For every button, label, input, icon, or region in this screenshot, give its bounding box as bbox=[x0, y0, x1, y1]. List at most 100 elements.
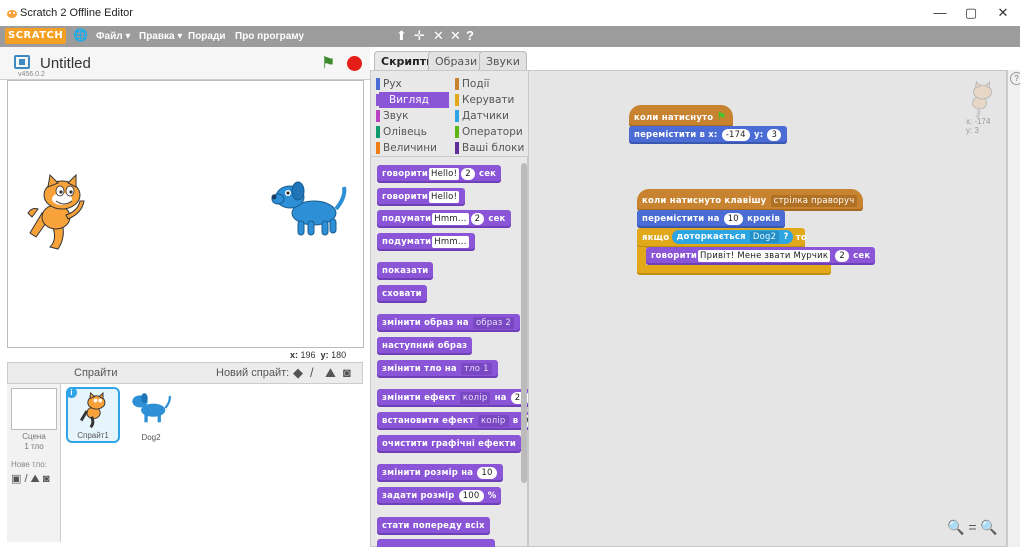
block-palette: Рух Вигляд Звук Олівець Величини Події К… bbox=[370, 70, 543, 547]
sprite-tile-cat[interactable]: i Спрайт1 bbox=[66, 387, 120, 443]
stop-icon[interactable] bbox=[347, 56, 362, 71]
window-titlebar: Scratch 2 Offline Editor — ▢ ✕ bbox=[0, 0, 1020, 26]
block-go-to-xy[interactable]: перемістити в x: -174 y: 3 bbox=[629, 126, 788, 144]
block-go-to-front[interactable]: стати попереду всіх bbox=[377, 517, 490, 535]
category-motion[interactable]: Рух bbox=[376, 76, 402, 92]
fullscreen-icon[interactable] bbox=[14, 55, 30, 69]
shrink-tool-icon[interactable]: ✕ bbox=[450, 27, 461, 45]
mouse-y-label: y: bbox=[320, 350, 329, 360]
project-title[interactable]: Untitled bbox=[40, 55, 91, 72]
window-title: Scratch 2 Offline Editor bbox=[20, 7, 133, 19]
block-when-key-pressed[interactable]: коли натиснуто клавішу стрілка праворуч bbox=[637, 189, 864, 211]
mouse-y-value: 180 bbox=[331, 350, 347, 360]
scene-backdrop-count: 1 тло bbox=[24, 442, 44, 451]
block-go-back-layers[interactable] bbox=[377, 539, 495, 547]
category-looks[interactable]: Вигляд bbox=[376, 92, 449, 108]
dog-sprite[interactable] bbox=[270, 177, 350, 241]
sprite-y-readout: y: 3 bbox=[966, 126, 979, 135]
sprite-library-icon[interactable]: ◆ bbox=[293, 365, 303, 381]
block-switch-costume[interactable]: змінити образ на образ 2 bbox=[377, 314, 521, 332]
cat-sprite[interactable] bbox=[22, 173, 92, 253]
camera-sprite-icon[interactable]: ◙ bbox=[343, 365, 351, 380]
tips-panel-edge: ? bbox=[1007, 70, 1020, 547]
globe-icon[interactable]: 🌐 bbox=[73, 28, 88, 43]
maximize-button[interactable]: ▢ bbox=[956, 3, 986, 23]
zoom-in-icon[interactable]: 🔍 bbox=[980, 519, 997, 535]
palette-scrollbar[interactable] bbox=[521, 163, 527, 483]
block-think-for-secs[interactable]: подумати Hmm... 2 сек bbox=[377, 210, 511, 228]
scratch-logo[interactable]: SCRATCH bbox=[5, 28, 67, 44]
close-button[interactable]: ✕ bbox=[988, 3, 1018, 23]
category-more-blocks[interactable]: Ваші блоки bbox=[455, 140, 524, 156]
block-set-size[interactable]: задати розмір 100 % bbox=[377, 487, 502, 505]
block-hide[interactable]: сховати bbox=[377, 285, 427, 303]
block-set-effect[interactable]: встановити ефект колір в 0 bbox=[377, 412, 543, 430]
new-backdrop-label: Нове тло: bbox=[11, 460, 47, 469]
category-control[interactable]: Керувати bbox=[455, 92, 514, 108]
zoom-out-icon[interactable]: 🔍 bbox=[947, 519, 964, 535]
new-sprite-label: Новий спрайт: bbox=[216, 367, 290, 379]
menu-edit[interactable]: Правка ▾ bbox=[139, 29, 182, 44]
menu-file[interactable]: Файл ▾ bbox=[96, 29, 130, 44]
paint-sprite-icon[interactable]: / bbox=[310, 365, 314, 380]
category-operators[interactable]: Оператори bbox=[455, 124, 523, 140]
scene-thumbnail[interactable] bbox=[11, 388, 57, 430]
mouse-x-value: 196 bbox=[300, 350, 316, 360]
category-sensing[interactable]: Датчики bbox=[455, 108, 509, 124]
delete-tool-icon[interactable]: ✛ bbox=[414, 27, 425, 45]
duplicate-tool-icon[interactable]: ⬆ bbox=[396, 27, 407, 45]
help-tool-icon[interactable]: ? bbox=[466, 27, 474, 45]
dog-thumbnail bbox=[132, 393, 171, 423]
category-sound[interactable]: Звук bbox=[376, 108, 408, 124]
sprite-name: Dog2 bbox=[141, 433, 161, 442]
sprite-coords: x: -174 y: 3 bbox=[966, 117, 990, 135]
sprite-list: i Спрайт1 Dog2 bbox=[61, 384, 363, 542]
menu-about[interactable]: Про програму bbox=[235, 29, 304, 44]
block-next-costume[interactable]: наступний образ bbox=[377, 337, 473, 355]
minimize-button[interactable]: — bbox=[925, 3, 955, 23]
category-events[interactable]: Події bbox=[455, 76, 489, 92]
category-pen[interactable]: Олівець bbox=[376, 124, 427, 140]
version-label: v456.0.2 bbox=[18, 71, 45, 78]
scene-name: Сцена bbox=[22, 432, 46, 441]
scratch-cat-icon bbox=[7, 10, 17, 18]
block-think[interactable]: подумати Hmm... bbox=[377, 233, 475, 251]
block-move-steps[interactable]: перемістити на 10 кроків bbox=[637, 210, 786, 228]
block-say[interactable]: говорити Hello! bbox=[377, 188, 466, 206]
tab-sounds[interactable]: Звуки bbox=[479, 51, 527, 71]
block-change-size[interactable]: змінити розмір на 10 bbox=[377, 464, 503, 482]
block-change-effect[interactable]: змінити ефект колір на 25 bbox=[377, 389, 537, 407]
tips-help-icon[interactable]: ? bbox=[1010, 72, 1020, 85]
sprite-x-readout: x: -174 bbox=[966, 117, 991, 126]
mouse-position-readout: x: 196 y: 180 bbox=[290, 350, 346, 360]
menu-bar: SCRATCH 🌐 Файл ▾ Правка ▾ Поради Про про… bbox=[0, 26, 1020, 47]
new-backdrop-icons[interactable]: ▣ / ⛰ ◙ bbox=[11, 472, 50, 486]
current-sprite-ghost bbox=[972, 81, 992, 120]
block-if-then[interactable]: якщо доторкається Dog2 ? то bbox=[637, 228, 807, 248]
menu-tips[interactable]: Поради bbox=[188, 29, 225, 44]
block-say-for-secs[interactable]: говорити Hello! 2 сек bbox=[377, 165, 502, 183]
block-when-flag-clicked[interactable]: коли натиснуто ⚑ bbox=[629, 105, 733, 127]
green-flag-icon: ⚑ bbox=[716, 110, 727, 123]
sprite-info-icon[interactable]: i bbox=[66, 387, 77, 398]
block-clear-effects[interactable]: очистити графічні ефекти bbox=[377, 435, 521, 453]
upload-sprite-icon[interactable]: ⛰ bbox=[325, 365, 336, 381]
tab-costumes[interactable]: Образи bbox=[428, 51, 485, 71]
scratch-editor-window: Scratch 2 Offline Editor — ▢ ✕ SCRATCH 🌐… bbox=[0, 0, 1020, 547]
block-say-for-secs-script[interactable]: говорити Привіт! Мене звати Мурчик 2 сек bbox=[646, 247, 876, 265]
zoom-controls: 🔍 = 🔍 bbox=[947, 519, 998, 536]
cat-thumbnail bbox=[79, 392, 106, 429]
mouse-x-label: x: bbox=[290, 350, 299, 360]
sprites-title: Спрайти bbox=[74, 367, 118, 379]
block-show[interactable]: показати bbox=[377, 262, 434, 280]
stage-canvas[interactable] bbox=[7, 80, 364, 348]
green-flag-icon[interactable]: ⚑ bbox=[321, 56, 337, 72]
category-data[interactable]: Величини bbox=[376, 140, 437, 156]
if-block-bottom bbox=[637, 265, 831, 275]
zoom-reset-icon[interactable]: = bbox=[968, 519, 976, 535]
grow-tool-icon[interactable]: ✕ bbox=[433, 27, 444, 45]
stage-header: Untitled v456.0.2 ⚑ bbox=[0, 47, 370, 80]
sprite-tile-dog[interactable]: Dog2 bbox=[124, 387, 178, 443]
scripts-area[interactable]: коли натиснуто ⚑ перемістити в x: -174 y… bbox=[528, 70, 1007, 547]
block-switch-backdrop[interactable]: змінити тло на тло 1 bbox=[377, 360, 498, 378]
